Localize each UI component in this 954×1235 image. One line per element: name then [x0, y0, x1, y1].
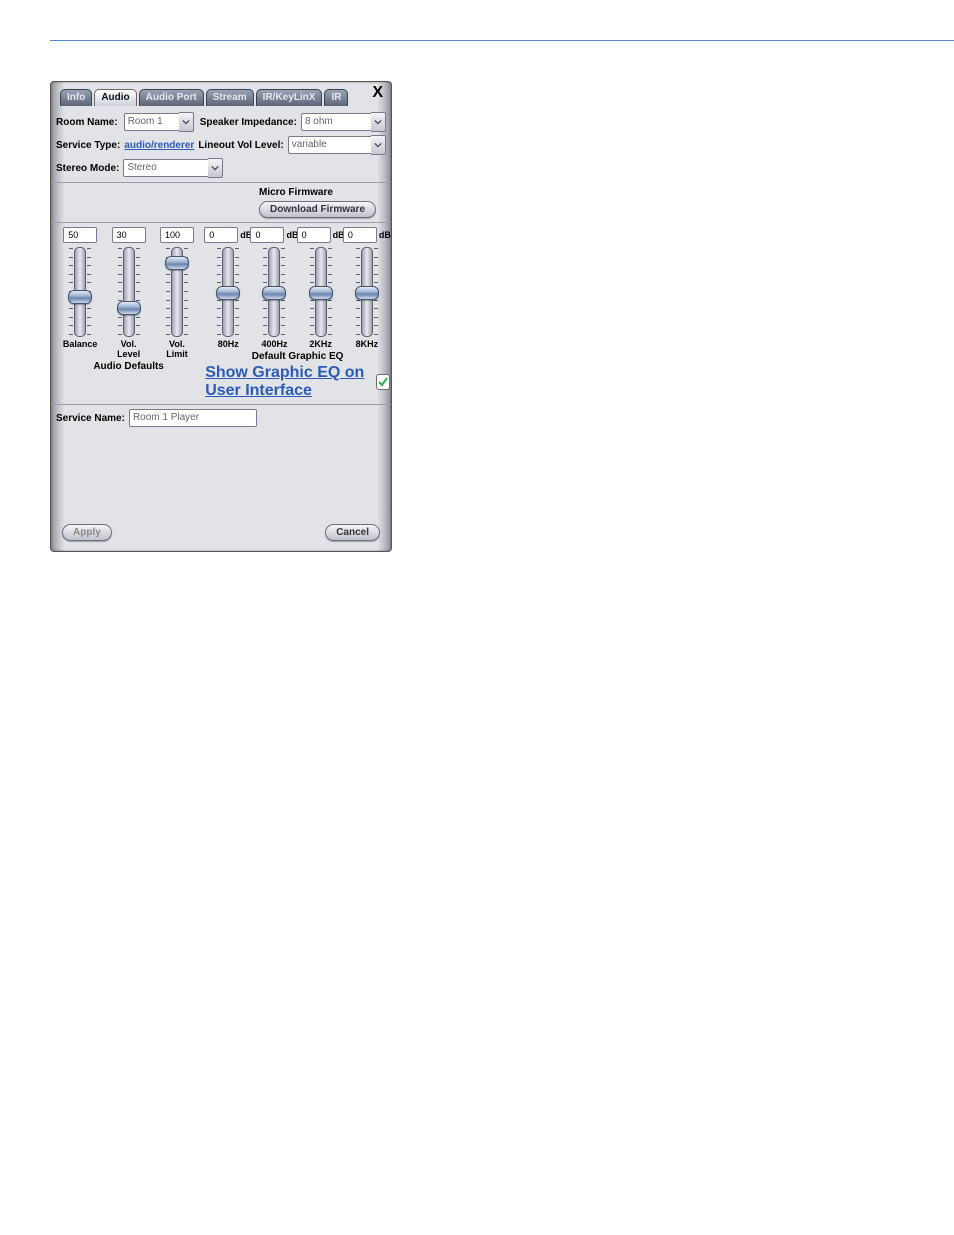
slider-label: 400Hz — [261, 339, 287, 349]
slider-label: Vol.Limit — [166, 339, 188, 359]
chevron-down-icon[interactable] — [208, 158, 223, 178]
show-graphic-eq-link[interactable]: Show Graphic EQ on User Interface — [205, 364, 372, 400]
slider-knob[interactable] — [68, 290, 92, 304]
slider-value: 50 — [63, 227, 97, 243]
cancel-button[interactable]: Cancel — [325, 524, 380, 541]
speaker-impedance-value[interactable]: 8 ohm — [301, 113, 371, 131]
slider-knob[interactable] — [309, 286, 333, 300]
slider-label: Balance — [63, 339, 98, 349]
slider-vol-limit[interactable]: 100 Vol.Limit — [157, 227, 197, 359]
tab-bar: InfoAudioAudio PortStreamIR/KeyLinXIR — [60, 89, 386, 106]
slider-label: 2KHz — [309, 339, 332, 349]
slider-knob[interactable] — [262, 286, 286, 300]
default-graphic-eq-label: Default Graphic EQ — [205, 351, 390, 362]
db-unit: dB — [379, 230, 391, 240]
slider-value: 0 — [343, 227, 377, 243]
slider-balance[interactable]: 50 Balance — [60, 227, 100, 349]
tab-ir[interactable]: IR — [324, 89, 348, 106]
tab-stream[interactable]: Stream — [206, 89, 254, 106]
slider-2khz[interactable]: 0dB2KHz — [301, 227, 341, 349]
apply-button[interactable]: Apply — [62, 524, 112, 541]
speaker-impedance-combo[interactable]: 8 ohm — [301, 112, 386, 132]
speaker-impedance-label: Speaker Impedance: — [200, 117, 297, 128]
slider-value: 0 — [297, 227, 331, 243]
tab-info[interactable]: Info — [60, 89, 92, 106]
chevron-down-icon[interactable] — [371, 112, 386, 132]
tab-audio-port[interactable]: Audio Port — [139, 89, 204, 106]
slider-knob[interactable] — [117, 301, 141, 315]
slider-vol-level[interactable]: 30 Vol.Level — [109, 227, 149, 359]
room-name-combo[interactable]: Room 1 — [124, 112, 194, 132]
slider-knob[interactable] — [216, 286, 240, 300]
slider-value: 30 — [112, 227, 146, 243]
service-name-label: Service Name: — [56, 413, 125, 424]
room-name-value[interactable]: Room 1 — [124, 113, 179, 131]
chevron-down-icon[interactable] — [179, 112, 194, 132]
micro-firmware-group: Micro Firmware Download Firmware — [259, 187, 376, 218]
slider-8khz[interactable]: 0dB8KHz — [347, 227, 387, 349]
stereo-mode-combo[interactable]: Stereo — [123, 158, 223, 178]
slider-value: 100 — [160, 227, 194, 243]
slider-80hz[interactable]: 0dB80Hz — [208, 227, 248, 349]
slider-value: 0 — [204, 227, 238, 243]
tab-audio[interactable]: Audio — [94, 89, 136, 106]
lineout-value[interactable]: variable — [288, 136, 371, 154]
stereo-mode-value[interactable]: Stereo — [123, 159, 208, 177]
page-separator — [50, 40, 954, 41]
slider-label: 8KHz — [356, 339, 379, 349]
audio-settings-dialog: X InfoAudioAudio PortStreamIR/KeyLinXIR … — [50, 81, 392, 552]
lineout-label: Lineout Vol Level: — [198, 140, 283, 151]
service-type-link[interactable]: audio/renderer — [124, 140, 194, 151]
chevron-down-icon[interactable] — [371, 135, 386, 155]
slider-knob[interactable] — [355, 286, 379, 300]
slider-knob[interactable] — [165, 256, 189, 270]
stereo-mode-label: Stereo Mode: — [56, 163, 119, 174]
room-name-label: Room Name: — [56, 117, 118, 128]
audio-defaults-label: Audio Defaults — [56, 361, 201, 372]
slider-400hz[interactable]: 0dB400Hz — [254, 227, 294, 349]
micro-firmware-label: Micro Firmware — [259, 187, 376, 198]
tab-ir-keylinx[interactable]: IR/KeyLinX — [256, 89, 323, 106]
download-firmware-button[interactable]: Download Firmware — [259, 201, 376, 218]
lineout-combo[interactable]: variable — [288, 135, 386, 155]
slider-value: 0 — [250, 227, 284, 243]
slider-label: 80Hz — [218, 339, 239, 349]
service-type-label: Service Type: — [56, 140, 120, 151]
service-name-input[interactable]: Room 1 Player — [129, 409, 257, 427]
slider-label: Vol.Level — [117, 339, 140, 359]
show-graphic-eq-checkbox[interactable] — [376, 374, 390, 390]
